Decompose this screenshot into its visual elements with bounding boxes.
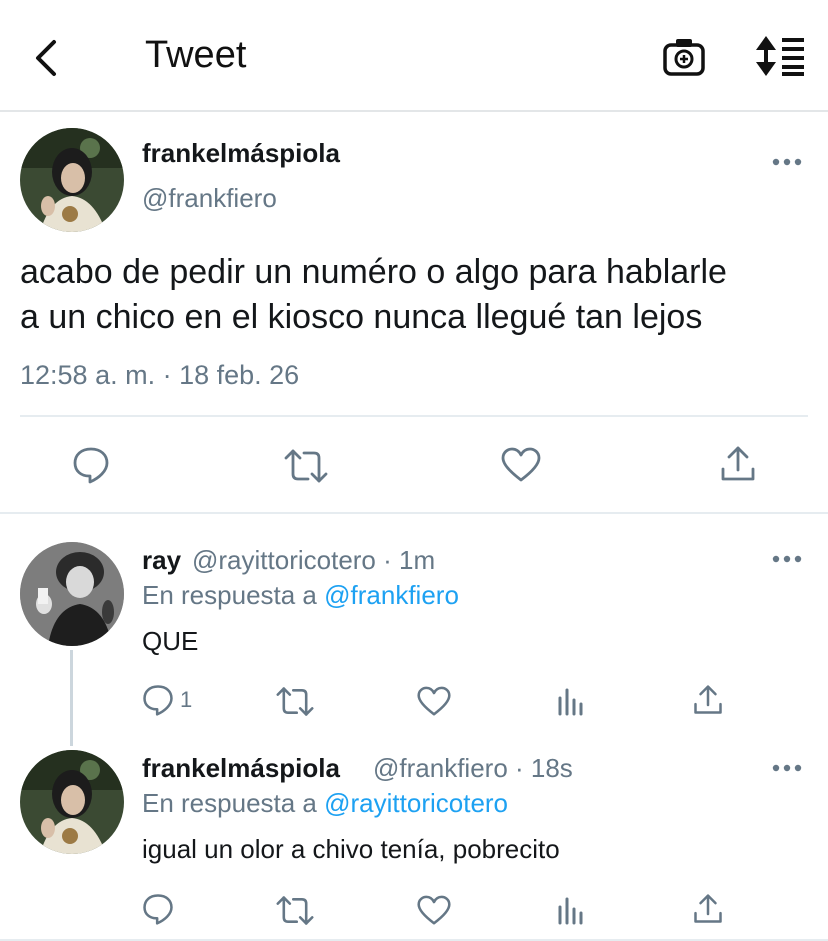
reply-text: igual un olor a chivo tenía, pobrecito	[142, 834, 560, 864]
reply-icon[interactable]	[142, 893, 174, 925]
share-icon[interactable]	[693, 893, 723, 925]
avatar-photo	[20, 750, 124, 854]
reply-icon[interactable]	[72, 446, 110, 484]
reply-author-name[interactable]: ray	[142, 545, 181, 576]
reply-mention-link[interactable]: @frankfiero	[324, 580, 459, 610]
reply-context: En respuesta a @rayittoricotero	[142, 788, 508, 819]
more-options-icon[interactable]	[772, 555, 802, 563]
sort-icon[interactable]	[754, 36, 806, 76]
section-separator	[0, 512, 828, 514]
reply-context-prefix: En respuesta a	[142, 788, 325, 818]
author-name[interactable]: frankelmáspiola	[142, 138, 340, 169]
share-icon[interactable]	[693, 684, 723, 716]
like-heart-icon[interactable]	[417, 895, 451, 926]
reply-mention-link[interactable]: @rayittoricotero	[324, 788, 508, 818]
avatar-photo	[20, 542, 124, 646]
reply-icon[interactable]	[142, 684, 174, 716]
share-icon[interactable]	[720, 445, 756, 483]
reply-text: QUE	[142, 626, 199, 656]
avatar[interactable]	[20, 128, 124, 232]
top-bar: Tweet	[0, 0, 828, 112]
like-heart-icon[interactable]	[501, 447, 541, 483]
analytics-icon[interactable]	[557, 895, 585, 925]
reply-author-handle-time[interactable]: @rayittoricotero · 1m	[192, 545, 435, 576]
analytics-icon[interactable]	[557, 686, 585, 716]
tweet-timestamp: 12:58 a. m. · 18 feb. 26	[20, 360, 300, 390]
avatar[interactable]	[20, 750, 124, 854]
retweet-icon[interactable]	[284, 448, 328, 484]
avatar[interactable]	[20, 542, 124, 646]
reply-author-handle-time[interactable]: @frankfiero · 18s	[373, 753, 573, 784]
divider	[20, 415, 808, 417]
tweet-text-line-1: acabo de pedir un numéro o algo para hab…	[20, 253, 727, 291]
avatar-photo	[20, 128, 124, 232]
more-options-icon[interactable]	[772, 158, 802, 166]
back-arrow-icon[interactable]	[30, 38, 66, 78]
author-handle[interactable]: @frankfiero	[142, 183, 277, 214]
tweet-text: acabo de pedir un numéro o algo para hab…	[20, 250, 820, 340]
retweet-icon[interactable]	[276, 895, 314, 926]
page-title: Tweet	[145, 34, 247, 76]
tweet-text-line-2: a un chico en el kiosco nunca llegué tan…	[20, 298, 703, 336]
reply-count: 1	[180, 687, 193, 712]
reply-author-name[interactable]: frankelmáspiola	[142, 753, 340, 784]
retweet-icon[interactable]	[276, 686, 314, 717]
like-heart-icon[interactable]	[417, 686, 451, 717]
reply-context-prefix: En respuesta a	[142, 580, 325, 610]
thread-connector-line	[70, 650, 73, 746]
reply-context: En respuesta a @frankfiero	[142, 580, 459, 611]
camera-add-icon[interactable]	[662, 36, 706, 78]
more-options-icon[interactable]	[772, 764, 802, 772]
